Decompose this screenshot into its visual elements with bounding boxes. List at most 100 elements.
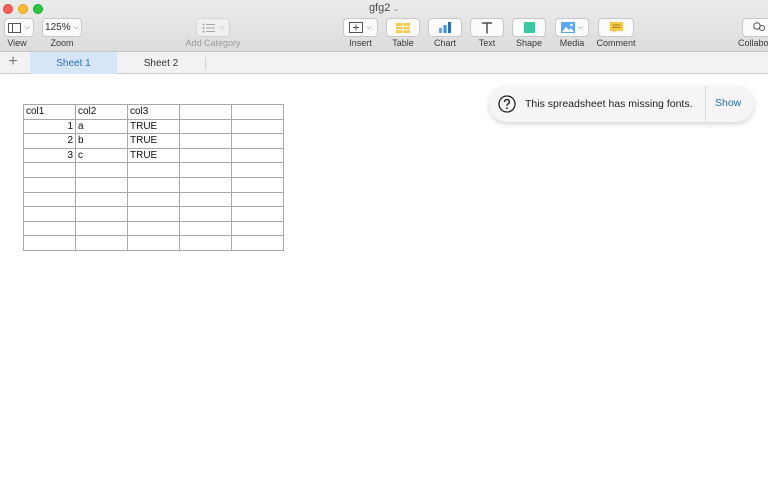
insert-button[interactable]: ⌵ (343, 18, 378, 37)
chevron-down-icon: ⌵ (577, 23, 584, 31)
table-cell[interactable]: b (75, 133, 128, 149)
text-button[interactable] (470, 18, 504, 37)
table-cell[interactable] (75, 191, 128, 208)
table-cell[interactable] (231, 235, 284, 251)
table-cell[interactable] (231, 118, 284, 135)
table-cell[interactable] (179, 104, 232, 120)
shape-label: Shape (515, 38, 543, 48)
document-title[interactable]: gfg2 ⌄ (0, 2, 768, 14)
table-cell[interactable]: col2 (75, 104, 128, 120)
zoom-select[interactable]: 125% ⌵ (42, 18, 82, 37)
table-cell[interactable] (127, 235, 180, 251)
table-cell[interactable] (127, 220, 180, 237)
comment-label: Comment (596, 38, 636, 48)
table-cell[interactable] (231, 220, 284, 237)
show-button[interactable]: Show (715, 97, 741, 109)
sidebar-icon (8, 22, 22, 33)
table-cell[interactable] (75, 176, 128, 193)
table-cell[interactable] (179, 133, 232, 149)
table-cell[interactable]: a (75, 118, 128, 135)
chevron-down-icon: ⌵ (24, 23, 30, 31)
table-cell[interactable] (127, 206, 180, 222)
tab-divider (205, 57, 206, 69)
zoom-value: 125% (45, 22, 71, 33)
shape-button[interactable] (512, 18, 546, 37)
table-row (23, 220, 284, 237)
table-cell[interactable]: col1 (23, 104, 76, 120)
table-cell[interactable] (179, 235, 232, 251)
table-cell[interactable] (75, 220, 128, 237)
chart-button[interactable] (428, 18, 462, 37)
sheet-tab-bar: + Sheet 1 Sheet 2 (0, 52, 768, 74)
table-cell[interactable]: col3 (127, 104, 180, 120)
table-cell[interactable] (23, 162, 76, 178)
add-category-button[interactable]: ⌵ (196, 18, 230, 37)
table-row (23, 206, 284, 222)
table-button[interactable] (386, 18, 420, 37)
table-cell[interactable] (231, 133, 284, 149)
chevron-down-icon: ⌵ (366, 23, 372, 31)
table-cell[interactable] (179, 147, 232, 164)
table-cell[interactable] (75, 162, 128, 178)
chart-icon (439, 22, 451, 33)
collaborate-button[interactable] (742, 18, 768, 37)
table-cell[interactable] (179, 191, 232, 208)
table-cell[interactable]: TRUE (127, 147, 180, 164)
table-cell[interactable]: 3 (23, 147, 76, 164)
comment-icon (609, 22, 623, 33)
table-cell[interactable] (127, 191, 180, 208)
table-cell[interactable]: TRUE (127, 118, 180, 135)
table-cell[interactable] (179, 162, 232, 178)
table-cell[interactable] (179, 176, 232, 193)
table-cell[interactable] (179, 118, 232, 135)
table-cell[interactable] (23, 191, 76, 208)
table-row (23, 162, 284, 178)
chevron-down-icon: ⌄ (392, 4, 400, 13)
table-cell[interactable] (75, 206, 128, 222)
table-cell[interactable] (231, 147, 284, 164)
table-label: Table (392, 38, 414, 48)
table-cell[interactable]: TRUE (127, 133, 180, 149)
view-button[interactable]: ⌵ (4, 18, 34, 37)
table-cell[interactable] (127, 162, 180, 178)
zoom-label: Zoom (50, 38, 74, 48)
table-row: col1 col2 col3 (23, 104, 284, 120)
table-cell[interactable]: 2 (23, 133, 76, 149)
table-cell[interactable] (75, 235, 128, 251)
document-title-text: gfg2 (368, 2, 391, 14)
table-cell[interactable]: 1 (23, 118, 76, 135)
table-cell[interactable] (231, 206, 284, 222)
table-cell[interactable] (179, 220, 232, 237)
table-cell[interactable] (179, 206, 232, 222)
missing-fonts-notification: This spreadsheet has missing fonts. Show (489, 86, 754, 122)
table-cell[interactable] (231, 191, 284, 208)
table-row (23, 191, 284, 208)
text-label: Text (478, 38, 496, 48)
collaborate-icon (753, 22, 765, 31)
chevron-down-icon: ⌵ (218, 23, 225, 31)
table-row: 3 c TRUE (23, 147, 284, 164)
question-icon (498, 95, 516, 113)
table-cell[interactable] (127, 176, 180, 193)
add-category-label: Add Category (185, 38, 241, 48)
table-cell[interactable] (23, 220, 76, 237)
tab-sheet-2[interactable]: Sheet 2 (117, 52, 205, 74)
media-button[interactable]: ⌵ (555, 18, 589, 37)
image-icon (560, 22, 575, 33)
insert-label: Insert (349, 38, 372, 48)
media-label: Media (559, 38, 585, 48)
table-cell[interactable] (23, 235, 76, 251)
table-cell[interactable] (231, 176, 284, 193)
text-icon (482, 21, 492, 33)
add-sheet-button[interactable]: + (4, 53, 22, 73)
table-cell[interactable] (23, 176, 76, 193)
insert-icon (349, 22, 364, 33)
list-icon (202, 23, 215, 32)
table-cell[interactable]: c (75, 147, 128, 164)
table-cell[interactable] (23, 206, 76, 222)
collaborate-label: Collabo (738, 38, 768, 48)
table-cell[interactable] (231, 104, 284, 120)
tab-sheet-1[interactable]: Sheet 1 (30, 52, 117, 74)
table-cell[interactable] (231, 162, 284, 178)
comment-button[interactable] (598, 18, 634, 37)
